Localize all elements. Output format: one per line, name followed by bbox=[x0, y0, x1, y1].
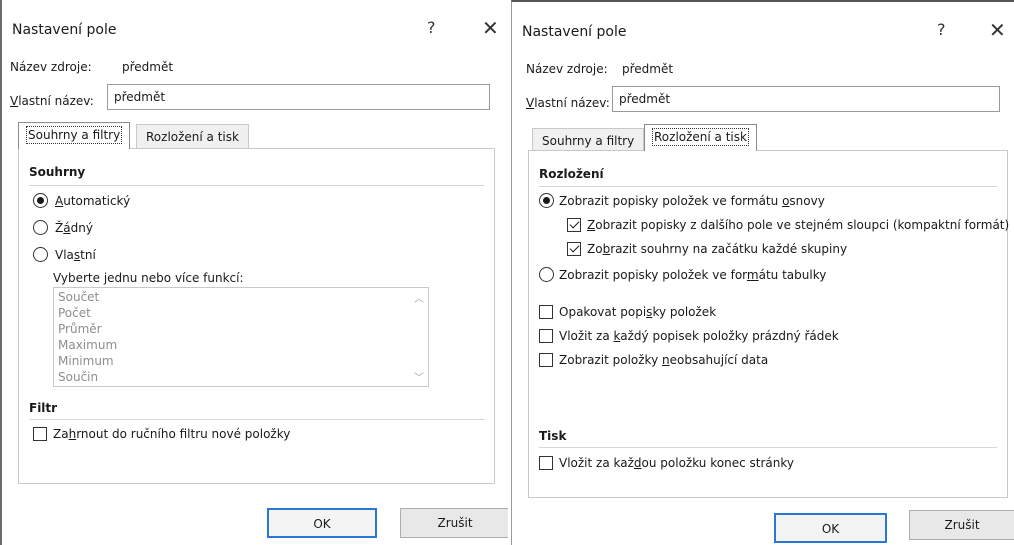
custom-name-input[interactable] bbox=[107, 84, 490, 110]
show-empty-items-checkbox[interactable] bbox=[539, 353, 553, 367]
divider bbox=[539, 186, 997, 187]
blank-line-label: Vložit za každý popisek položky prázdný … bbox=[559, 329, 839, 343]
tab-layout-print[interactable]: Rozložení a tisk bbox=[644, 124, 757, 151]
list-item[interactable]: Průměr bbox=[58, 322, 102, 336]
include-new-items-label: Zahrnout do ručního filtru nové položky bbox=[53, 427, 291, 441]
radio-custom[interactable] bbox=[33, 247, 48, 262]
radio-outline-form[interactable] bbox=[539, 193, 554, 208]
dialog-title: Nastavení pole bbox=[522, 24, 627, 40]
list-item[interactable]: Součet bbox=[58, 290, 99, 304]
list-item[interactable]: Minimum bbox=[58, 354, 114, 368]
close-icon[interactable]: ✕ bbox=[989, 18, 1006, 42]
custom-name-label: Vlastní název: bbox=[10, 94, 94, 108]
source-name-label: Název zdroje: bbox=[526, 62, 608, 76]
list-item[interactable]: Maximum bbox=[58, 338, 117, 352]
list-item[interactable]: Součin bbox=[58, 370, 98, 384]
tabular-form-label: Zobrazit popisky položek ve formátu tabu… bbox=[559, 268, 827, 282]
title-bar: Nastavení pole ? ✕ bbox=[512, 2, 1014, 60]
compact-form-label: Zobrazit popisky z dalšího pole ve stejn… bbox=[587, 218, 1010, 232]
chevron-down-icon[interactable]: ﹀ bbox=[414, 369, 424, 384]
help-icon[interactable]: ? bbox=[937, 20, 946, 39]
tab-layout-print[interactable]: Rozložení a tisk bbox=[136, 124, 249, 148]
dialog-title: Nastavení pole bbox=[12, 22, 117, 38]
functions-label: Vyberte jednu nebo více funkcí: bbox=[53, 271, 244, 285]
page-break-checkbox[interactable] bbox=[539, 456, 553, 470]
functions-listbox[interactable]: Součet Počet Průměr Maximum Minimum Souč… bbox=[53, 287, 429, 387]
cancel-button[interactable]: Zrušit bbox=[909, 510, 1014, 540]
repeat-labels-label: Opakovat popisky položek bbox=[559, 305, 717, 319]
tab-summaries-filters[interactable]: Souhrny a filtry bbox=[18, 122, 131, 149]
radio-none-label: Žádný bbox=[55, 221, 93, 235]
source-name-value: předmět bbox=[122, 60, 174, 74]
radio-tabular-form[interactable] bbox=[539, 267, 554, 282]
help-icon[interactable]: ? bbox=[427, 18, 436, 37]
show-empty-items-label: Zobrazit položky neobsahující data bbox=[559, 353, 769, 367]
radio-custom-label: Vlastní bbox=[55, 248, 96, 262]
custom-name-input[interactable] bbox=[612, 86, 1000, 112]
include-new-items-checkbox[interactable] bbox=[33, 427, 47, 441]
page-break-label: Vložit za každou položku konec stránky bbox=[559, 456, 794, 470]
repeat-labels-checkbox[interactable] bbox=[539, 305, 553, 319]
summaries-heading: Souhrny bbox=[29, 165, 86, 179]
title-bar: Nastavení pole ? ✕ bbox=[2, 0, 508, 58]
divider bbox=[539, 447, 997, 448]
tab-summaries-filters[interactable]: Souhrny a filtry bbox=[532, 128, 645, 152]
outline-form-label: Zobrazit popisky položek ve formátu osno… bbox=[559, 194, 825, 208]
source-name-label: Název zdroje: bbox=[10, 60, 92, 74]
custom-name-label: Vlastní název: bbox=[526, 96, 610, 110]
tab-panel-layout: Rozložení Zobrazit popisky položek ve fo… bbox=[528, 150, 1010, 498]
filter-heading: Filtr bbox=[29, 401, 58, 415]
subtotals-top-label: Zobrazit souhrny na začátku každé skupin… bbox=[587, 242, 848, 256]
print-heading: Tisk bbox=[539, 429, 567, 443]
radio-none[interactable] bbox=[33, 220, 48, 235]
radio-automatic[interactable] bbox=[33, 193, 48, 208]
tab-panel-summaries: Souhrny Automatický Žádný Vlastní Vybert… bbox=[18, 148, 495, 484]
subtotals-top-checkbox[interactable] bbox=[567, 242, 581, 256]
layout-heading: Rozložení bbox=[539, 167, 604, 181]
source-name-value: předmět bbox=[622, 62, 674, 76]
close-icon[interactable]: ✕ bbox=[482, 16, 499, 40]
list-item[interactable]: Počet bbox=[58, 306, 91, 320]
chevron-up-icon[interactable]: ︿ bbox=[414, 290, 424, 305]
field-settings-dialog-summaries: Nastavení pole ? ✕ Název zdroje: předmět… bbox=[0, 0, 510, 545]
divider bbox=[29, 185, 484, 186]
divider bbox=[29, 419, 484, 420]
cancel-button[interactable]: Zrušit bbox=[400, 508, 510, 538]
radio-automatic-label: Automatický bbox=[55, 194, 131, 208]
compact-form-checkbox[interactable] bbox=[567, 218, 581, 232]
ok-button[interactable]: OK bbox=[267, 508, 377, 538]
ok-button[interactable]: OK bbox=[774, 513, 887, 543]
blank-line-checkbox[interactable] bbox=[539, 329, 553, 343]
field-settings-dialog-layout: Nastavení pole ? ✕ Název zdroje: předmět… bbox=[511, 0, 1014, 545]
